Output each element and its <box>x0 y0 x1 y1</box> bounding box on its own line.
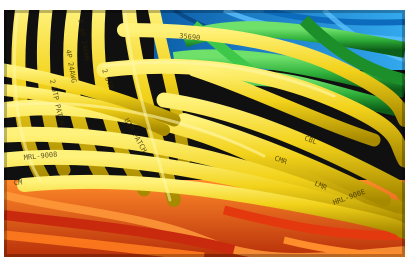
cables-illustration: 4P 24AWG 2 UTP PATCH F 4P 24AWG MRL-9008… <box>4 10 405 257</box>
cables-photo: 4P 24AWG 2 UTP PATCH F 4P 24AWG MRL-9008… <box>4 10 405 257</box>
cable-print-text: CM <box>14 178 23 187</box>
